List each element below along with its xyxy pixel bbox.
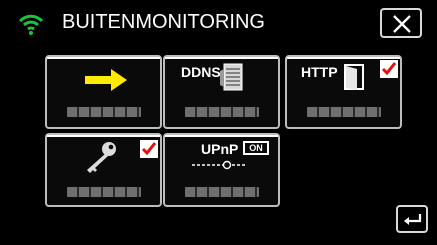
ddns-tile[interactable]: DDNS xyxy=(163,55,280,129)
blurred-text xyxy=(307,107,381,117)
blurred-text xyxy=(67,187,141,197)
yellow-arrow-icon xyxy=(85,69,127,91)
close-button[interactable] xyxy=(380,8,422,38)
header-bar: BUITENMONITORING xyxy=(0,0,437,46)
http-checkbox[interactable] xyxy=(380,60,398,78)
blurred-text xyxy=(67,107,141,117)
close-icon xyxy=(393,15,411,33)
network-icon xyxy=(192,160,246,170)
door-icon xyxy=(344,64,364,90)
checkmark-icon xyxy=(381,62,397,76)
key-checkbox[interactable] xyxy=(140,140,158,158)
forward-arrow-tile[interactable] xyxy=(45,55,162,129)
ddns-label: DDNS xyxy=(181,64,221,80)
screen: BUITENMONITORING DDNS HTTP UPnP ON xyxy=(0,0,437,245)
key-icon xyxy=(87,142,116,173)
blurred-text xyxy=(185,187,259,197)
page-title: BUITENMONITORING xyxy=(62,11,265,33)
server-icon xyxy=(220,63,243,91)
key-tile[interactable] xyxy=(45,133,162,207)
upnp-on-badge: ON xyxy=(243,141,269,155)
http-label: HTTP xyxy=(301,64,338,80)
wifi-icon xyxy=(18,14,44,35)
upnp-label: UPnP xyxy=(201,141,239,157)
blurred-text xyxy=(185,107,259,117)
return-icon xyxy=(404,214,422,225)
checkmark-icon xyxy=(141,142,157,156)
http-tile[interactable]: HTTP xyxy=(285,55,402,129)
upnp-tile[interactable]: UPnP ON xyxy=(163,133,280,207)
back-button[interactable] xyxy=(396,205,428,233)
